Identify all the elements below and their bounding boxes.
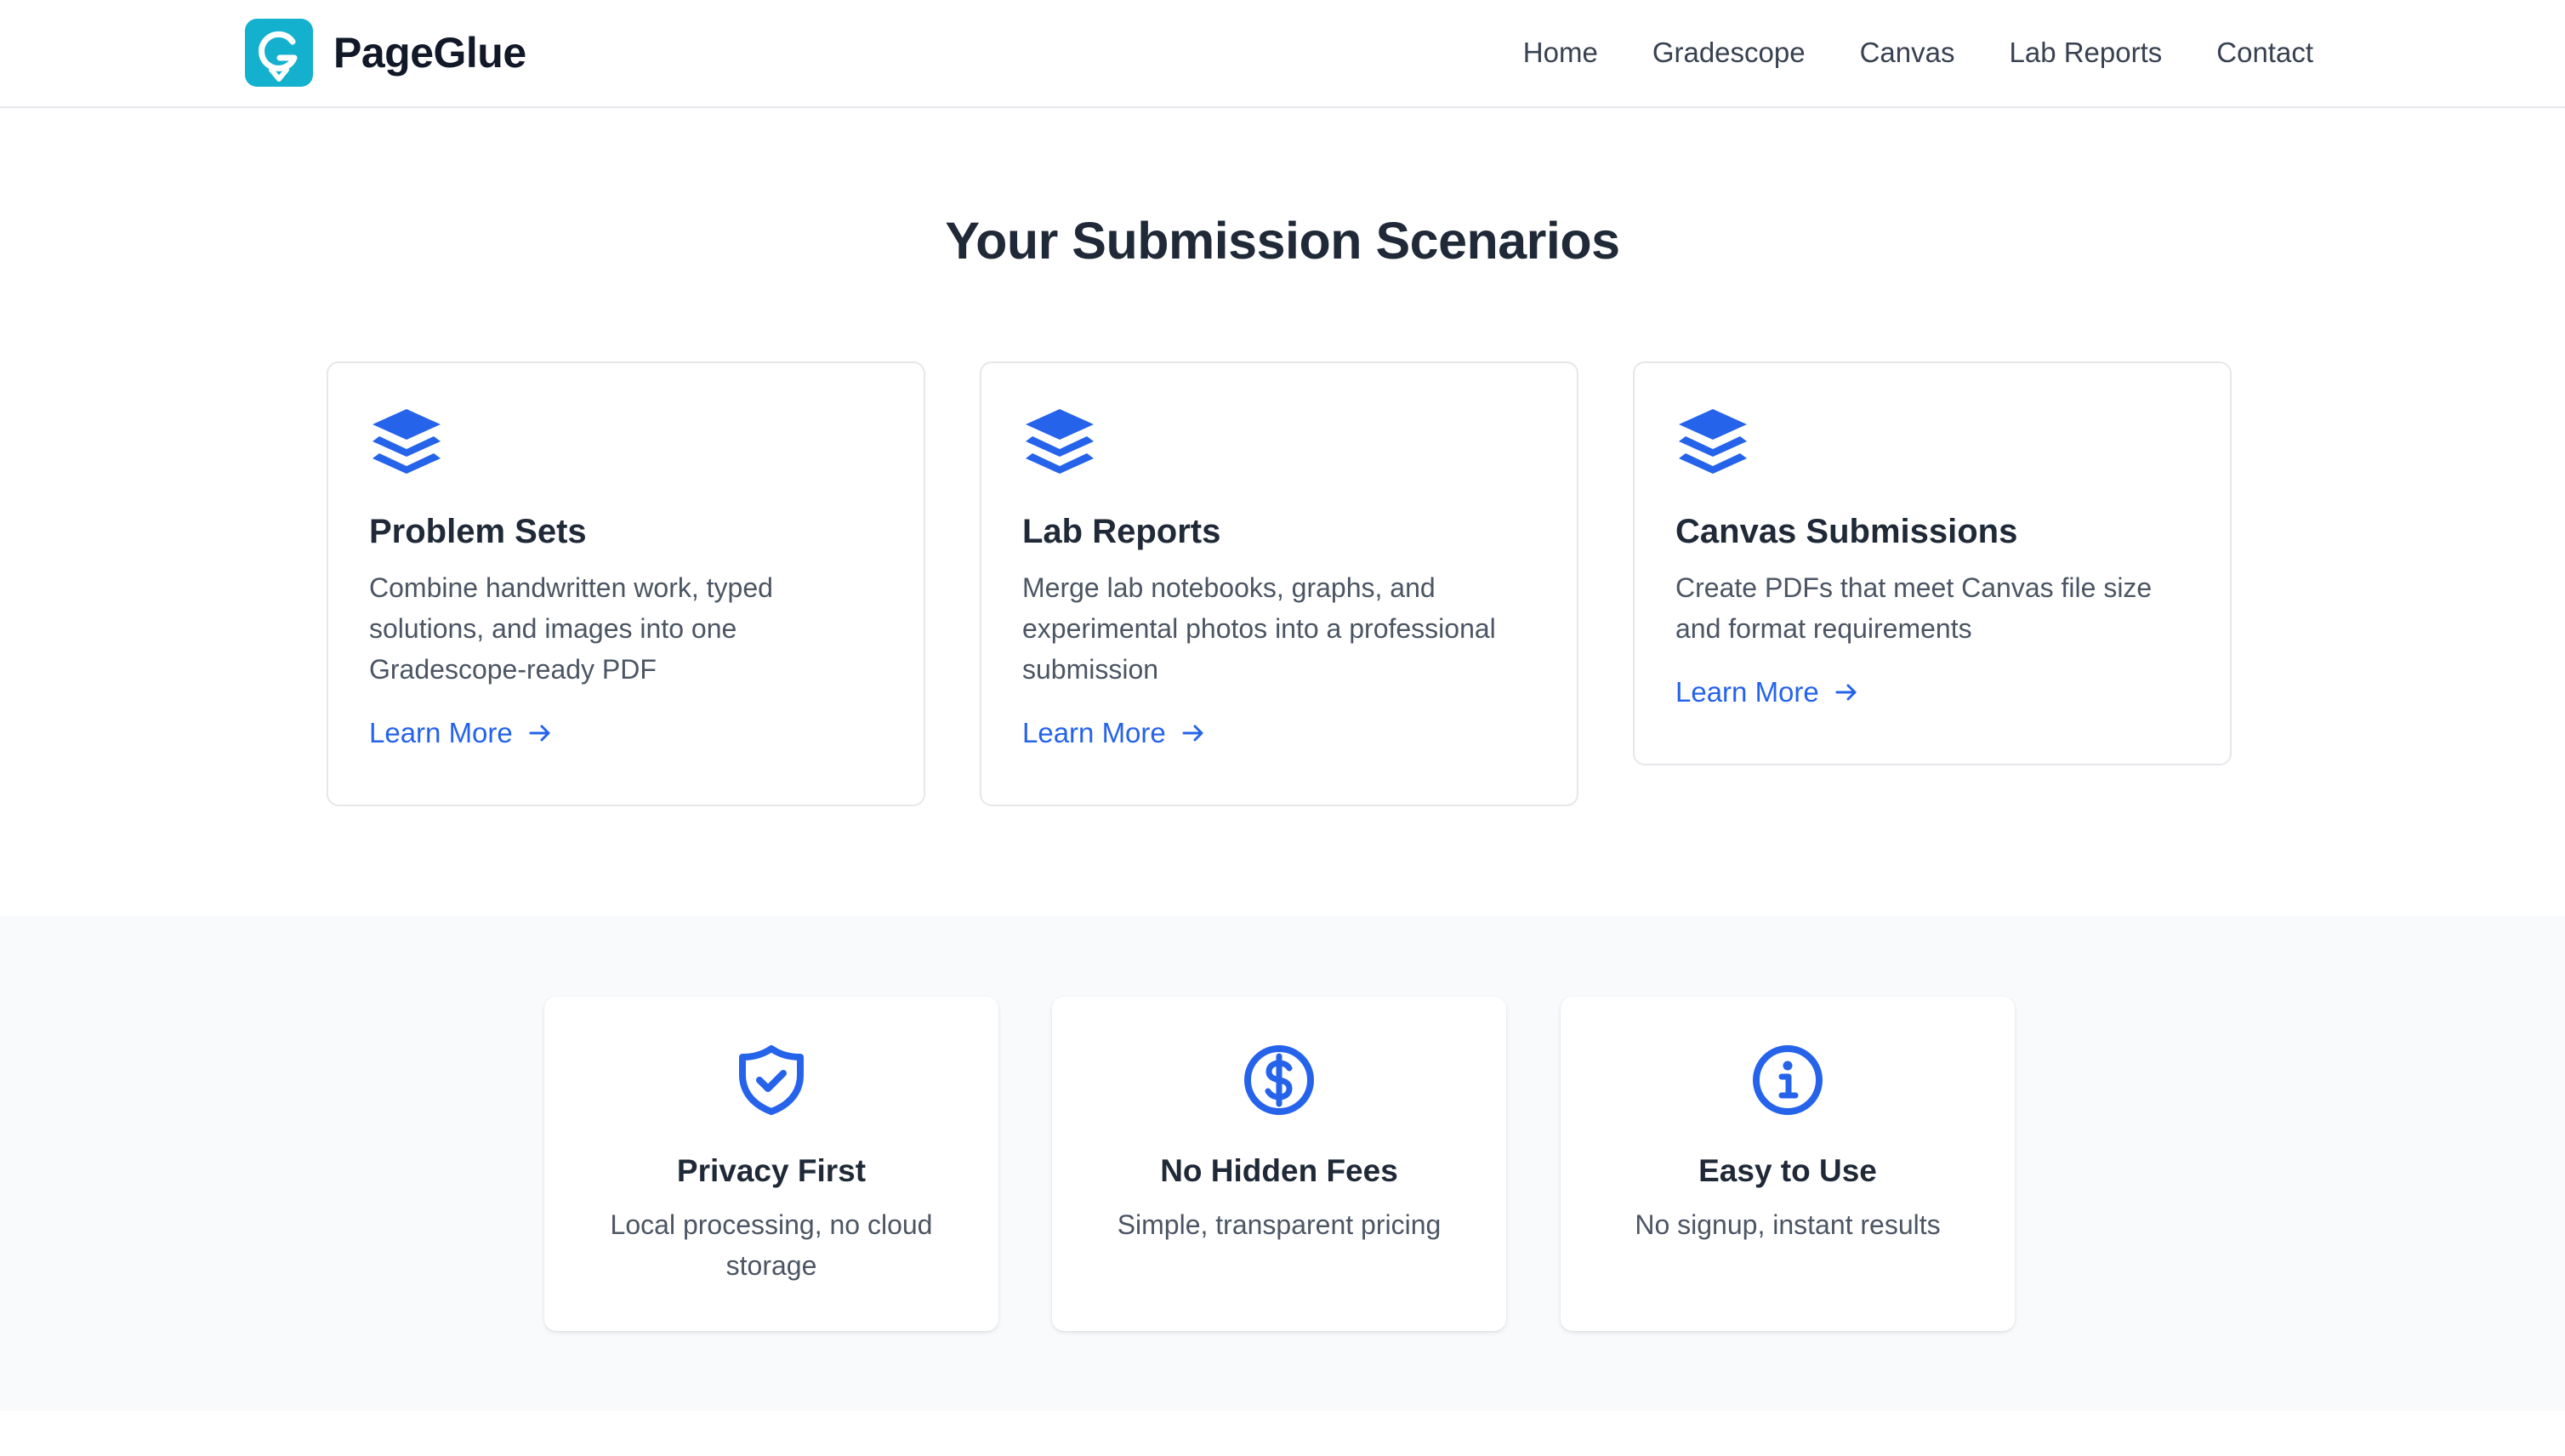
card-description: Merge lab notebooks, graphs, and experim…: [1022, 572, 1496, 685]
brand-name: PageGlue: [333, 29, 526, 77]
site-header: PageGlue Home Gradescope Canvas Lab Repo…: [0, 0, 2565, 108]
feature-title: Privacy First: [676, 1153, 867, 1188]
main-nav: Home Gradescope Canvas Lab Reports Conta…: [1469, 0, 2313, 105]
learn-more-link[interactable]: Learn More: [369, 717, 554, 749]
card-title: Lab Reports: [1022, 513, 1221, 550]
card-title: Problem Sets: [369, 513, 587, 550]
learn-more-label: Learn More: [1022, 717, 1166, 748]
card-description: Combine handwritten work, typed solution…: [369, 572, 773, 685]
learn-more-link[interactable]: Learn More: [1675, 676, 1860, 708]
arrow-right-icon: [529, 725, 550, 742]
feature-description: Local processing, no cloud storage: [610, 1209, 933, 1281]
nav-home[interactable]: Home: [1523, 37, 1598, 69]
nav-lab-reports[interactable]: Lab Reports: [2009, 37, 2162, 69]
learn-more-link[interactable]: Learn More: [1022, 717, 1207, 749]
feature-card-privacy-first: Privacy First Local processing, no cloud…: [544, 997, 998, 1331]
card-description: Create PDFs that meet Canvas file size a…: [1675, 572, 2153, 644]
feature-title: No Hidden Fees: [1160, 1153, 1398, 1188]
feature-title: Easy to Use: [1698, 1153, 1877, 1188]
learn-more-label: Learn More: [1675, 676, 1819, 708]
layers-icon: [1679, 409, 1747, 474]
learn-more-label: Learn More: [369, 717, 513, 748]
section-title: Your Submission Scenarios: [945, 212, 1620, 270]
layers-icon: [373, 409, 441, 474]
nav-contact[interactable]: Contact: [2216, 37, 2313, 69]
feature-description: Simple, transparent pricing: [1117, 1209, 1442, 1240]
scenario-card-problem-sets: Problem Sets Combine handwritten work, t…: [327, 361, 925, 806]
feature-card-easy-to-use: Easy to Use No signup, instant results: [1561, 997, 2015, 1331]
feature-description: No signup, instant results: [1635, 1209, 1941, 1240]
info-circle-icon: [1753, 1045, 1823, 1115]
arrow-right-icon: [1182, 725, 1203, 742]
brand-link[interactable]: PageGlue: [245, 19, 526, 87]
feature-card-no-hidden-fees: No Hidden Fees Simple, transparent prici…: [1052, 997, 1506, 1331]
dollar-circle-icon: [1244, 1045, 1314, 1115]
card-title: Canvas Submissions: [1675, 513, 2018, 550]
arrow-right-icon: [1835, 684, 1857, 701]
scenario-card-lab-reports: Lab Reports Merge lab notebooks, graphs,…: [980, 361, 1578, 806]
nav-gradescope[interactable]: Gradescope: [1652, 37, 1806, 69]
scenario-card-canvas-submissions: Canvas Submissions Create PDFs that meet…: [1633, 361, 2232, 765]
pageglue-logo-icon: [245, 19, 313, 87]
nav-canvas[interactable]: Canvas: [1860, 37, 1955, 69]
layers-icon: [1026, 409, 1094, 474]
shield-check-icon: [739, 1045, 804, 1115]
